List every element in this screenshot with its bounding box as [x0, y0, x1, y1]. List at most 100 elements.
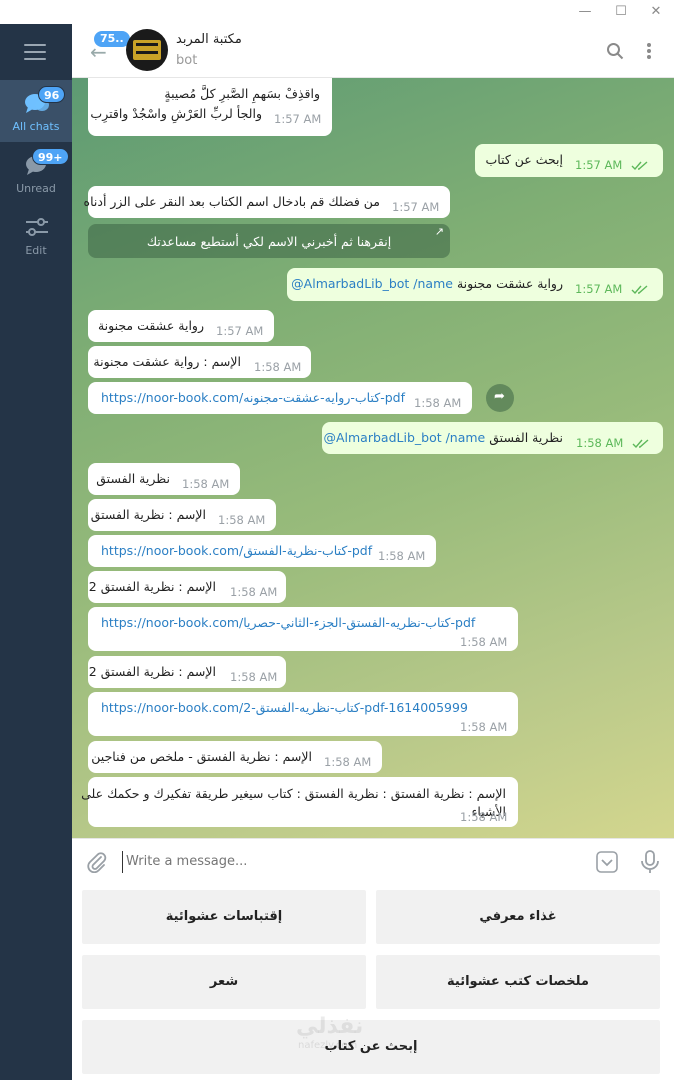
message-bubble-in[interactable]: الإسم : نظرية الفستق 2 1:58 AM [88, 571, 286, 603]
folder-unread[interactable]: 99+ Unread [0, 142, 72, 204]
message-time: 1:58 AM [230, 670, 278, 684]
inline-button-label: إنقرهنا ثم أخبرني الاسم لكي أستطيع مساعد… [146, 234, 392, 249]
message-bubble-in[interactable]: نظرية الفستق 1:58 AM [88, 463, 240, 495]
message-text: نظرية الفستق [96, 471, 170, 486]
message-time: 1:58 AM [254, 360, 302, 374]
message-text: نظرية الفستق @AlmarbadLib_bot /name [323, 430, 563, 445]
folder-edit[interactable]: Edit [0, 204, 72, 266]
message-time: 1:58 AM [576, 436, 624, 450]
folder-label: Unread [16, 182, 56, 195]
keyboard-button-label: غذاء معرفي [479, 909, 557, 924]
message-bubble-in[interactable]: الإسم : نظرية الفستق - ملخص من فناجين 1:… [88, 741, 382, 773]
minimize-button[interactable]: — [570, 0, 600, 24]
message-bubble-in[interactable]: من فضلك قم بادخال اسم الكتاب بعد النقر ع… [84, 186, 450, 218]
watermark-logo: نفذلي [296, 1014, 364, 1039]
message-link[interactable]: https://noor-book.com/كتاب-نظريه-الفستق-… [101, 615, 475, 630]
message-time: 1:58 AM [460, 720, 508, 734]
window-titlebar: — ☐ ✕ [0, 0, 674, 24]
message-text: رواية عشقت مجنونة [97, 318, 204, 333]
keyboard-button[interactable]: ملخصات كتب عشوائية [376, 955, 660, 1009]
watermark-url: nafezly.com [298, 1040, 358, 1051]
unread-count-badge: 99+ [32, 148, 69, 165]
message-list[interactable]: واقذِفْ بسَهمِ الصَّبرِ كلَّ مُصيبةٍ وال… [72, 78, 674, 838]
message-bubble-in[interactable]: https://noor-book.com/كتاب-نظرية-الفستق-… [88, 535, 436, 567]
keyboard-button-label: شعر [209, 974, 239, 989]
message-input[interactable] [122, 851, 582, 873]
keyboard-button[interactable]: إبحث عن كتاب [82, 1020, 660, 1074]
keyboard-button-label: إبحث عن كتاب [324, 1039, 418, 1054]
message-text: الإسم : نظرية الفستق [90, 507, 206, 522]
message-bubble-out[interactable]: إبحث عن كتاب 1:57 AM [475, 144, 663, 177]
message-text: واقذِفْ بسَهمِ الصَّبرِ كلَّ مُصيبةٍ [164, 86, 320, 101]
message-text: إبحث عن كتاب [485, 152, 563, 167]
read-checks-icon [631, 285, 648, 295]
message-bubble-out[interactable]: رواية عشقت مجنونة @AlmarbadLib_bot /name… [287, 268, 663, 301]
avatar[interactable] [126, 29, 168, 71]
message-bubble-in[interactable]: رواية عشقت مجنونة 1:57 AM [88, 310, 274, 342]
maximize-button[interactable]: ☐ [606, 0, 636, 24]
close-button[interactable]: ✕ [641, 0, 671, 24]
keyboard-button[interactable]: غذاء معرفي [376, 890, 660, 944]
message-bubble-in[interactable]: الإسم : نظرية الفستق 1:58 AM [88, 499, 276, 531]
message-bubble-in[interactable]: الإسم : نظرية الفستق 2 1:58 AM [88, 656, 286, 688]
unread-count-badge: 96 [38, 86, 66, 103]
chat-title[interactable]: مكتبة المربد [176, 32, 242, 47]
back-unread-badge: 75.. [94, 31, 130, 47]
message-time: 1:58 AM [182, 477, 230, 491]
paperclip-icon[interactable] [86, 851, 108, 873]
message-time: 1:58 AM [414, 396, 462, 410]
message-time: 1:57 AM [575, 158, 623, 172]
bot-keyboard-icon[interactable] [596, 851, 618, 873]
folders-sidebar: 96 All chats 99+ Unread Edit [0, 24, 72, 1080]
message-text: الإسم : نظرية الفستق : نظرية الفستق : كت… [81, 786, 506, 801]
message-bubble-in[interactable]: الإسم : نظرية الفستق : نظرية الفستق : كت… [81, 777, 518, 827]
message-link[interactable]: https://noor-book.com/كتاب-نظريه-الفستق-… [101, 700, 468, 715]
keyboard-button-label: إقتباسات عشوائية [165, 909, 283, 924]
chat-header: ← 75.. مكتبة المربد bot [72, 24, 674, 78]
microphone-icon[interactable] [640, 850, 660, 874]
message-text: الإسم : نظرية الفستق 2 [88, 579, 216, 594]
message-bubble-in[interactable]: https://noor-book.com/كتاب-روايه-عشقت-مج… [88, 382, 472, 414]
keyboard-button[interactable]: شعر [82, 955, 366, 1009]
message-time: 1:58 AM [460, 635, 508, 649]
bot-reply-keyboard: غذاء معرفي إقتباسات عشوائية ملخصات كتب ع… [72, 886, 674, 1080]
message-time: 1:57 AM [392, 200, 440, 214]
message-composer [72, 838, 674, 886]
message-time: 1:57 AM [216, 324, 264, 338]
message-time: 1:57 AM [274, 112, 322, 126]
message-text: الإسم : رواية عشقت مجنونة [93, 354, 241, 369]
message-time: 1:58 AM [324, 755, 372, 769]
keyboard-button[interactable]: إقتباسات عشوائية [82, 890, 366, 944]
read-checks-icon [632, 439, 649, 449]
keyboard-button-label: ملخصات كتب عشوائية [447, 974, 589, 989]
message-time: 1:58 AM [460, 810, 508, 824]
message-text: رواية عشقت مجنونة @AlmarbadLib_bot /name [291, 276, 563, 291]
message-text: من فضلك قم بادخال اسم الكتاب بعد النقر ع… [83, 194, 380, 209]
message-bubble-in[interactable]: الإسم : رواية عشقت مجنونة 1:58 AM [88, 346, 311, 378]
message-bubble-in[interactable]: https://noor-book.com/كتاب-نظريه-الفستق-… [88, 607, 518, 651]
folder-label: Edit [25, 244, 47, 257]
search-icon[interactable] [606, 42, 624, 60]
share-button[interactable]: ➦ [486, 384, 514, 412]
message-link[interactable]: https://noor-book.com/كتاب-روايه-عشقت-مج… [101, 390, 405, 405]
message-time: 1:58 AM [230, 585, 278, 599]
message-time: 1:57 AM [575, 282, 623, 296]
inline-keyboard-button[interactable]: إنقرهنا ثم أخبرني الاسم لكي أستطيع مساعد… [88, 224, 450, 258]
message-time: 1:58 AM [218, 513, 266, 527]
read-checks-icon [631, 161, 648, 171]
folder-label: All chats [12, 120, 60, 133]
forward-arrow-icon: ↗ [434, 225, 444, 238]
message-text: والجأ لربِّ العَرْشِ واسْجُدْ واقترِب [90, 106, 262, 121]
message-bubble-out[interactable]: نظرية الفستق @AlmarbadLib_bot /name 1:58… [322, 422, 663, 454]
message-bubble-in[interactable]: https://noor-book.com/كتاب-نظريه-الفستق-… [88, 692, 518, 736]
message-bubble-in[interactable]: واقذِفْ بسَهمِ الصَّبرِ كلَّ مُصيبةٍ وال… [88, 78, 332, 136]
folder-all-chats[interactable]: 96 All chats [0, 80, 72, 142]
share-icon: ➦ [494, 389, 505, 404]
message-time: 1:58 AM [378, 549, 426, 563]
message-link[interactable]: https://noor-book.com/كتاب-نظرية-الفستق-… [101, 543, 372, 558]
message-text: الإسم : نظرية الفستق - ملخص من فناجين [91, 749, 312, 764]
menu-icon[interactable] [24, 44, 46, 60]
sliders-icon [26, 218, 48, 236]
message-text: الإسم : نظرية الفستق 2 [88, 664, 216, 679]
more-vertical-icon[interactable] [646, 42, 652, 60]
